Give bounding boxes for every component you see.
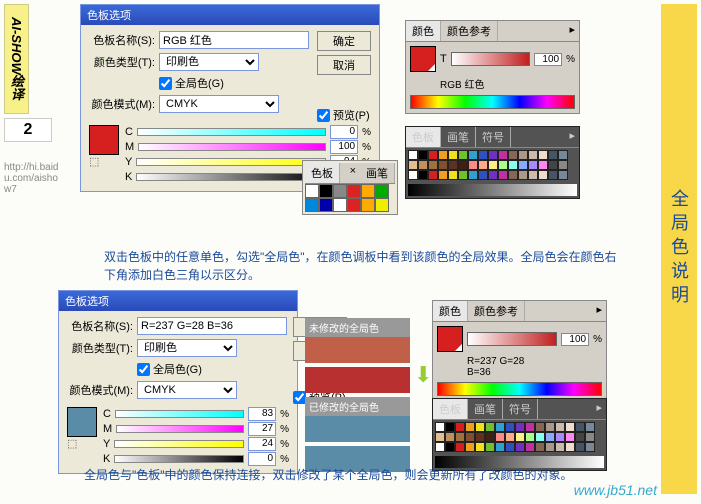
tint-label: T (440, 53, 447, 65)
brand-badge: AI-SHOW绘译 (4, 4, 29, 114)
color-panel-2: 颜色颜色参考▸ 100 % R=237 G=28 B=36 (432, 300, 607, 401)
arrow-down-icon: ⬇ (414, 362, 432, 388)
panel-menu-icon[interactable]: ▸ (592, 399, 606, 419)
description-1: 双击色板中的任意单色，勾选"全局色"，在颜色调板中看到该颜色的全局效果。全局色会… (104, 248, 624, 284)
description-2: 全局色与"色板"中的颜色保持连接，双击修改了某个全局色，则会更新所有了改颜色的对… (84, 466, 624, 484)
color-swatch (89, 125, 119, 155)
panel-menu-icon[interactable]: ▸ (565, 21, 579, 41)
swatch-grid[interactable] (406, 148, 579, 182)
swatches-panel-2: 色板画笔符号 ▸ (432, 398, 607, 471)
tab-brushes[interactable]: 画笔 (468, 399, 503, 419)
ok-button[interactable]: 确定 (317, 31, 371, 51)
color-mode-select[interactable]: CMYK (159, 95, 279, 113)
m-slider[interactable] (138, 143, 326, 151)
k-slider[interactable] (136, 173, 326, 181)
k-slider[interactable] (114, 455, 244, 463)
tint-slider[interactable] (467, 332, 557, 346)
preview-checkbox[interactable]: 预览(P) (317, 107, 371, 123)
panel-menu-icon[interactable]: ▸ (592, 301, 606, 321)
panel-menu-icon[interactable]: ▸ (565, 127, 579, 147)
color-type-select[interactable]: 印刷色 (159, 53, 259, 71)
swatch-options-dialog-2: 色板选项 色板名称(S): 颜色类型(T):印刷色 全局色(G) 颜色模式(M)… (58, 290, 298, 474)
example-swatch (305, 367, 410, 393)
swatch-grid[interactable] (433, 420, 606, 454)
color-swatch (67, 407, 97, 437)
mini-swatch-panel: 色板 ×画笔 (302, 160, 398, 215)
tab-brushes[interactable]: 画笔 (360, 163, 395, 183)
fill-swatch[interactable] (437, 326, 463, 352)
block-label-before: 未修改的全局色 (305, 318, 410, 337)
m-slider[interactable] (116, 425, 244, 433)
cube-icon: ⬚ (89, 155, 119, 168)
watermark: www.jb51.net (574, 482, 657, 498)
color-name: RGB 红色 (440, 76, 575, 91)
example-blocks: 未修改的全局色 已修改的全局色 (305, 318, 410, 476)
cube-icon: ⬚ (67, 437, 97, 450)
tab-symbols[interactable]: 符号 (503, 399, 538, 419)
source-url: http://hi.baidu.com/aishow7 (4, 162, 64, 195)
side-title: 全局色说明 (666, 189, 692, 309)
y-slider[interactable] (136, 158, 326, 166)
block-label-after: 已修改的全局色 (305, 397, 410, 416)
tint-value[interactable]: 100 (534, 53, 562, 66)
fill-swatch[interactable] (410, 46, 436, 72)
cancel-button[interactable]: 取消 (317, 55, 371, 75)
tint-value[interactable]: 100 (561, 333, 589, 346)
tab-color[interactable]: 颜色 (433, 301, 468, 321)
swatch-name-input[interactable] (137, 317, 287, 335)
color-name: R=237 G=28 B=36 (467, 356, 602, 378)
dialog-title: 色板选项 (81, 5, 379, 25)
tab-swatches[interactable]: 色板 (433, 399, 468, 419)
mode-label: 颜色模式(M): (89, 96, 155, 112)
tint-slider[interactable] (451, 52, 530, 66)
c-slider[interactable] (115, 410, 244, 418)
color-mode-select[interactable]: CMYK (137, 381, 237, 399)
global-checkbox[interactable]: 全局色(G) (137, 361, 202, 377)
type-label: 颜色类型(T): (89, 54, 155, 70)
tab-color-guide[interactable]: 颜色参考 (441, 21, 498, 41)
grayscale-strip[interactable] (408, 184, 577, 196)
swatches-panel-1: 色板画笔符号 ▸ (405, 126, 580, 199)
tab-swatches[interactable]: 色板 (305, 163, 340, 183)
m-value[interactable]: 100 (330, 140, 358, 154)
global-checkbox[interactable]: 全局色(G) (159, 75, 224, 91)
tab-swatches[interactable]: 色板 (406, 127, 441, 147)
color-panel-1: 颜色颜色参考▸ T 100 % RGB 红色 (405, 20, 580, 114)
c-value[interactable]: 0 (330, 125, 358, 139)
example-swatch (305, 416, 410, 442)
example-swatch (305, 337, 410, 363)
tab-color[interactable]: 颜色 (406, 21, 441, 41)
name-label: 色板名称(S): (89, 32, 155, 48)
spectrum-bar[interactable] (410, 95, 575, 109)
tab-brushes[interactable]: 画笔 (441, 127, 476, 147)
step-number: 2 (4, 118, 52, 142)
side-title-bar: 全局色说明 (661, 4, 697, 494)
spectrum-bar[interactable] (437, 382, 602, 396)
close-icon[interactable]: × (346, 163, 360, 183)
c-slider[interactable] (137, 128, 326, 136)
dialog-title: 色板选项 (59, 291, 297, 311)
y-slider[interactable] (114, 440, 244, 448)
tab-symbols[interactable]: 符号 (476, 127, 511, 147)
tab-color-guide[interactable]: 颜色参考 (468, 301, 525, 321)
swatch-name-input[interactable] (159, 31, 309, 49)
color-type-select[interactable]: 印刷色 (137, 339, 237, 357)
